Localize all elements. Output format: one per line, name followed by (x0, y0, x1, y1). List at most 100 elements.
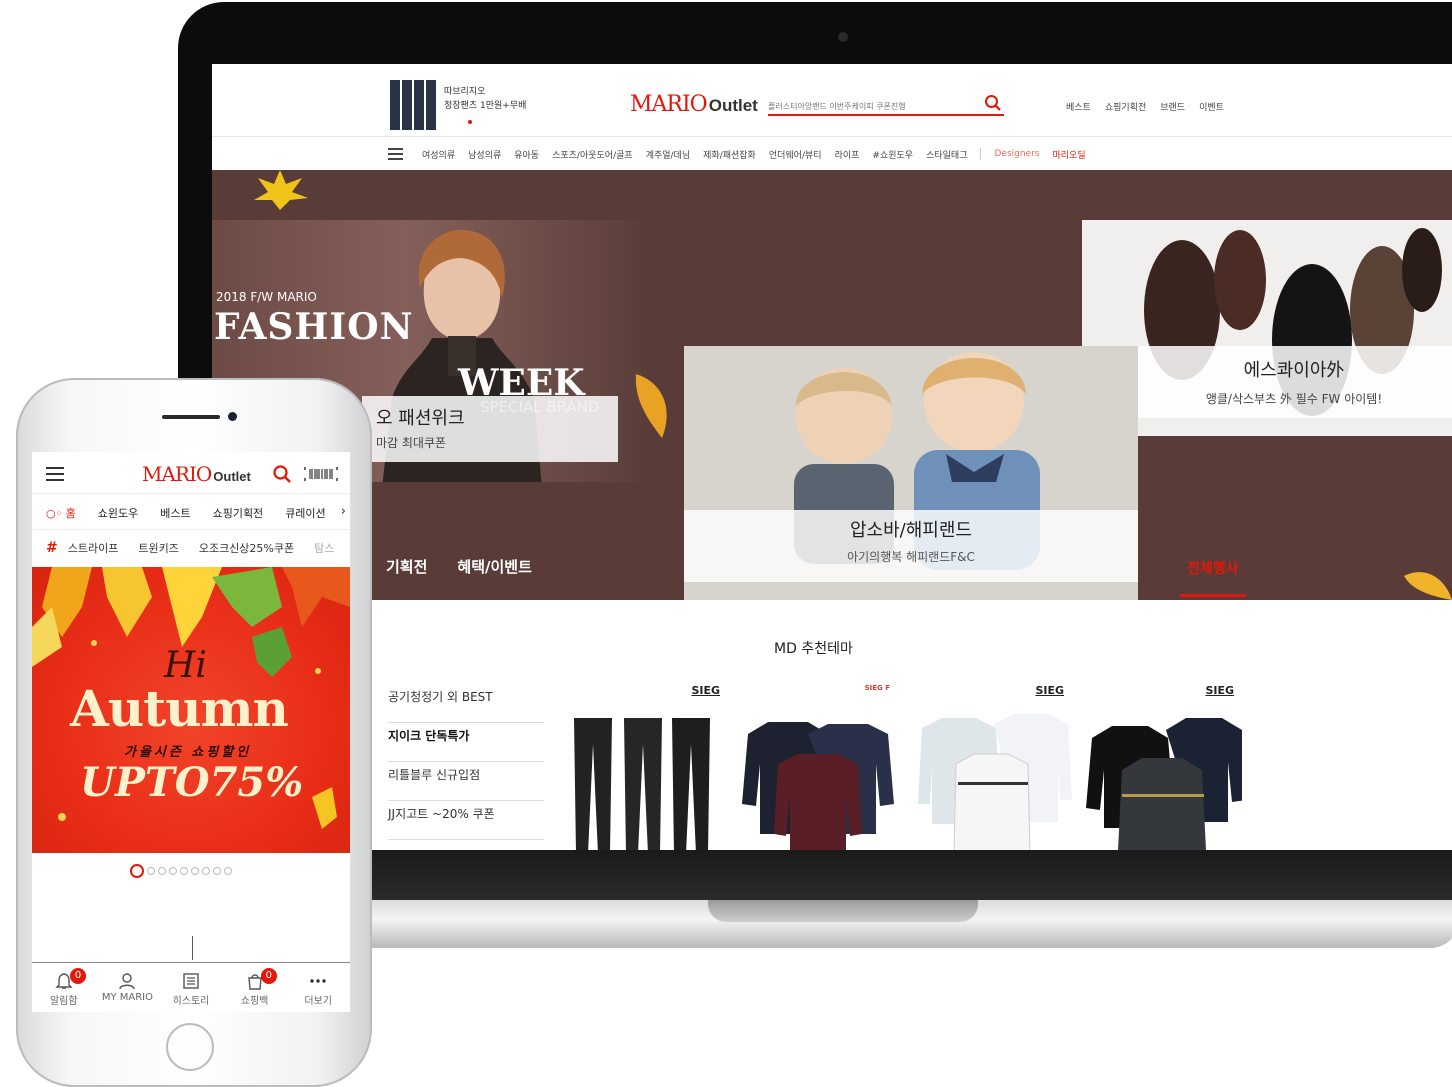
carousel-dot[interactable] (191, 867, 199, 875)
product-card[interactable]: SIEG (912, 684, 1072, 850)
more-icon (310, 979, 326, 983)
md-theme-item[interactable]: JJ지고트 ~20% 쿠폰 (388, 801, 544, 840)
product-brand: SIEG (1205, 684, 1234, 697)
hero-tab-events[interactable]: 혜택/이벤트 (457, 556, 531, 577)
hashtag-item[interactable]: 스트라이프 (68, 540, 119, 556)
category-item[interactable]: 계주얼/데님 (646, 148, 690, 161)
mobile-screen: MARIO Outlet ○◦ 홈 쇼윈도우 베스트 쇼핑기획전 큐레이션 › … (32, 452, 350, 1012)
carousel-dot[interactable] (158, 867, 166, 875)
nav-label: 쇼핑백 (240, 996, 269, 1007)
nav-history[interactable]: 히스토리 (159, 964, 223, 1012)
pants-product-image (574, 718, 710, 850)
carousel-dot[interactable] (180, 867, 188, 875)
carousel-dot[interactable] (169, 867, 177, 875)
hashtag-icon: # (46, 540, 58, 556)
nav-shopping-bag[interactable]: 0 쇼핑백 (223, 964, 287, 1012)
sweater-product-image (742, 722, 894, 850)
tab-curation[interactable]: 큐레이션 (285, 505, 325, 521)
nav-label: 알림함 (49, 996, 78, 1007)
md-theme-item[interactable]: 공기청정기 외 BEST (388, 684, 544, 723)
carousel-dot[interactable] (224, 867, 232, 875)
tab-showwindow[interactable]: 쇼윈도우 (98, 505, 138, 521)
product-card[interactable]: SIEG F (738, 684, 898, 850)
top-link-brand[interactable]: 브랜드 (1160, 100, 1185, 113)
md-theme-item[interactable]: 리틀블루 신규입점 (388, 762, 544, 801)
tab-home[interactable]: ○◦ 홈 (46, 505, 76, 521)
logo-outlet: Outlet (213, 469, 251, 484)
laptop-camera (838, 32, 848, 42)
leaf-decoration (254, 170, 308, 210)
autumn-sale-banner[interactable]: Hi Autumn 가을시즌 쇼핑할인 UPTO75% (32, 567, 350, 853)
shoes-subtitle: 앵클/삭스부츠 外 필수 FW 아이템! (1205, 392, 1383, 406)
category-item[interactable]: 스타일태그 (926, 148, 967, 161)
hero-tab-exhibition[interactable]: 기획전 (386, 556, 427, 577)
carousel-dot[interactable] (213, 867, 221, 875)
nav-notifications[interactable]: 0 알림함 (32, 964, 96, 1012)
bag-badge: 0 (260, 968, 277, 984)
category-item[interactable]: 여성의류 (422, 148, 455, 161)
hamburger-menu-icon[interactable] (46, 467, 64, 481)
kids-caption: 압소바/해피랜드 아기의행복 해피랜드F&C (684, 510, 1138, 582)
mobile-logo[interactable]: MARIO Outlet (142, 462, 251, 486)
category-separator (980, 148, 982, 160)
nav-my-mario[interactable]: MY MARIO (96, 964, 160, 1012)
search-input[interactable] (768, 96, 968, 117)
shoes-title: 에스콰이아外 (1243, 360, 1345, 381)
fashion-year: 2018 F/W MARIO (216, 290, 317, 304)
category-item[interactable]: 라이프 (835, 148, 860, 161)
top-link-exhibition[interactable]: 쇼핑기획전 (1105, 100, 1146, 113)
md-theme-item[interactable]: 지이크 단독특가 (388, 723, 544, 762)
logo-mario: MARIO (630, 92, 708, 117)
category-item[interactable]: 남성의류 (468, 148, 501, 161)
hero-carousel: 2018 F/W MARIO FASHION WEEK SPECIAL BRAN… (212, 170, 1452, 600)
nav-label: MY MARIO (101, 992, 153, 1003)
product-brand: SIEG (1035, 684, 1064, 697)
kids-banner[interactable]: 압소바/해피랜드 아기의행복 해피랜드F&C (684, 346, 1138, 600)
scroll-indicator (192, 936, 193, 960)
header-promo-banner[interactable]: 따브리지오 정장팬츠 1만원+무배 (388, 78, 548, 134)
category-item[interactable]: 제화/패션잡화 (703, 148, 756, 161)
top-link-best[interactable]: 베스트 (1066, 100, 1091, 113)
hero-tab-active-indicator (1180, 594, 1246, 597)
hashtag-item[interactable]: 탐스 (314, 540, 334, 556)
nav-label: 더보기 (304, 996, 332, 1007)
notification-badge: 0 (70, 968, 86, 984)
logo-mario: MARIO (142, 462, 212, 486)
mobile-header: MARIO Outlet (32, 452, 350, 494)
search-icon[interactable] (272, 464, 292, 484)
category-item[interactable]: 스포츠/아웃도어/골프 (552, 148, 633, 161)
category-item[interactable]: 유아동 (514, 148, 539, 161)
product-card[interactable]: SIEG (568, 684, 728, 850)
barcode-icon[interactable] (304, 466, 338, 482)
person-icon (119, 973, 136, 990)
tab-best[interactable]: 베스트 (160, 505, 190, 521)
top-link-event[interactable]: 이벤트 (1199, 100, 1224, 113)
fashion-heading: FASHION (214, 306, 414, 348)
top-links: 베스트 쇼핑기획전 브랜드 이벤트 (1066, 100, 1224, 113)
md-theme-list: 공기청정기 외 BEST 지이크 단독특가 리틀블루 신규입점 JJ지고트 ~2… (388, 684, 544, 840)
carousel-dot[interactable] (147, 867, 155, 875)
tab-exhibition[interactable]: 쇼핑기획전 (213, 505, 264, 521)
hamburger-menu-icon[interactable] (388, 148, 403, 160)
category-item[interactable]: 언더웨어/뷰티 (769, 148, 822, 161)
nav-more[interactable]: 더보기 (286, 964, 350, 1012)
hero-tab-all-events[interactable]: 전체행사 (1187, 558, 1239, 578)
hashtag-item[interactable]: 오조크신상25%쿠폰 (199, 540, 294, 556)
phone-home-button[interactable] (166, 1023, 214, 1071)
category-designers[interactable]: Designers (994, 149, 1039, 159)
phone-speaker (162, 415, 220, 419)
carousel-dot-active[interactable] (130, 864, 144, 878)
knit-product-image (1086, 718, 1242, 850)
chevron-right-icon[interactable]: › (341, 504, 346, 519)
site-logo[interactable]: MARIO Outlet (630, 92, 758, 117)
history-icon (183, 973, 199, 989)
pants-image (388, 80, 440, 130)
carousel-pagination (130, 864, 232, 878)
search-icon[interactable] (984, 94, 1002, 112)
hashtag-item[interactable]: 트윈키즈 (138, 540, 178, 556)
product-card[interactable]: SIEG (1082, 684, 1242, 850)
category-item[interactable]: #쇼윈도우 (872, 148, 913, 161)
carousel-dot[interactable] (202, 867, 210, 875)
promo-line1: 따브리지오 (444, 87, 486, 97)
category-mario-deal[interactable]: 마리오딜 (1052, 148, 1085, 161)
